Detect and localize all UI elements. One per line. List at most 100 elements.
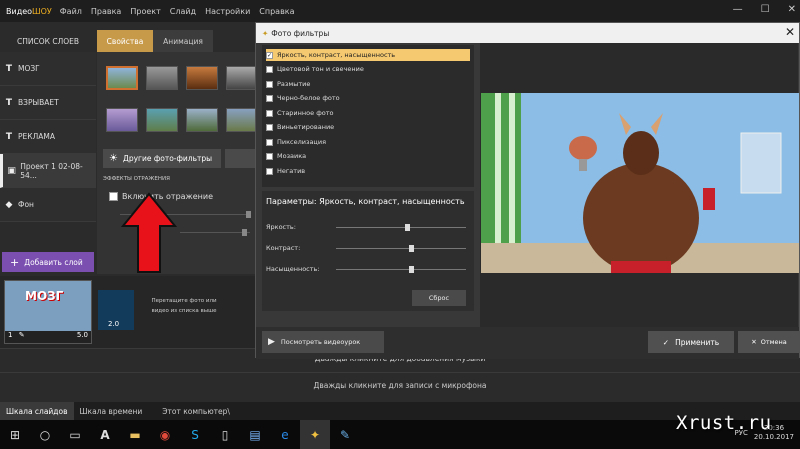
filter-thumb[interactable] — [226, 108, 256, 132]
videoshow-icon[interactable]: ✦ — [300, 420, 330, 449]
filter-item[interactable]: Мозаика — [266, 150, 470, 162]
apply-button[interactable]: ✓ Применить — [648, 331, 734, 353]
slide-duration: 5.0 — [76, 331, 88, 339]
slider-knob[interactable] — [242, 229, 247, 236]
menu-help[interactable]: Справка — [259, 7, 294, 16]
tab-properties[interactable]: Свойства — [97, 30, 153, 52]
skype-icon[interactable]: S — [180, 420, 210, 449]
layer-item[interactable]: T РЕКЛАМА — [0, 120, 96, 154]
filter-item[interactable]: Размытие — [266, 78, 470, 90]
add-layer-button[interactable]: + Добавить слой — [2, 252, 94, 272]
task-view-icon[interactable]: ▭ — [60, 420, 90, 449]
photo-preview — [481, 93, 799, 273]
folder-icon[interactable]: ▬ — [120, 420, 150, 449]
filter-item[interactable]: Черно-белое фото — [266, 92, 470, 104]
close-icon[interactable]: ✕ — [785, 25, 795, 39]
watermark: Xrust.ru — [676, 412, 772, 434]
windows-start-icon[interactable]: ⊞ — [0, 420, 30, 449]
image-layer-icon: ▣ — [7, 165, 16, 176]
brightness-slider[interactable] — [336, 224, 466, 231]
slide-caption: МОЗГ — [25, 289, 64, 303]
paint-icon[interactable]: ✎ — [330, 420, 360, 449]
checkbox-icon[interactable] — [266, 94, 273, 102]
filter-thumb[interactable] — [186, 66, 218, 90]
tab-timeline[interactable]: Шкала времени — [74, 407, 149, 416]
filter-item[interactable]: Виньетирование — [266, 121, 470, 133]
more-filters-button[interactable]: ☀ Другие фото-фильтры — [103, 149, 221, 168]
menu-file[interactable]: Файл — [60, 7, 82, 16]
filter-thumb-selected[interactable] — [106, 66, 138, 90]
tab-slides[interactable]: Шкала слайдов — [0, 402, 74, 420]
checkbox-icon[interactable] — [266, 65, 273, 73]
maximize-button[interactable]: ☐ — [761, 4, 770, 15]
text-layer-icon: T — [5, 63, 13, 74]
slider-knob[interactable] — [408, 266, 414, 273]
checkbox-icon[interactable] — [266, 167, 273, 175]
checkbox-icon[interactable] — [266, 80, 273, 88]
filter-thumb[interactable] — [106, 108, 138, 132]
filter-thumb[interactable] — [226, 66, 256, 90]
layer-item[interactable]: T ВЗРЫВАЕТ — [0, 86, 96, 120]
sun-icon: ☀ — [109, 153, 118, 164]
sparkle-icon: ✦ — [262, 28, 269, 38]
layer-label: Проект 1 02-08-54... — [20, 161, 83, 180]
slider-knob[interactable] — [404, 224, 410, 231]
layer-label: ВЗРЫВАЕТ — [18, 98, 59, 107]
chrome-icon[interactable]: ◉ — [150, 420, 180, 449]
menu-bar: ВидеоШОУ Файл Правка Проект Слайд Настро… — [0, 0, 800, 22]
filter-item[interactable]: ✓ Яркость, контраст, насыщенность — [266, 49, 470, 61]
checkbox-icon[interactable] — [266, 123, 273, 131]
watch-tutorial-button[interactable]: ▶ Посмотреть видеоурок — [262, 331, 384, 353]
layer-item-selected[interactable]: ▣ Проект 1 02-08-54... — [0, 154, 96, 188]
reflection-slider[interactable] — [180, 232, 250, 233]
layer-label: Фон — [18, 200, 34, 209]
filter-item[interactable]: Пикселизация — [266, 136, 470, 148]
menu-settings[interactable]: Настройки — [205, 7, 250, 16]
slider-knob[interactable] — [246, 211, 251, 218]
checkbox-icon[interactable] — [266, 152, 273, 160]
checkbox-icon[interactable] — [266, 138, 273, 146]
drop-hint: Перетащите фото или видео из списка выше — [151, 298, 217, 314]
filter-thumb[interactable] — [186, 108, 218, 132]
menu-slide[interactable]: Слайд — [170, 7, 196, 16]
text-layer-icon: T — [5, 97, 13, 108]
dialog-titlebar: ✦ Фото фильтры ✕ — [256, 23, 799, 43]
search-icon[interactable]: ○ — [30, 420, 60, 449]
layer-list: T МОЗГ T ВЗРЫВАЕТ T РЕКЛАМА ▣ Проект 1 02-08… — [0, 52, 96, 242]
filter-thumb[interactable] — [146, 66, 178, 90]
play-icon: ▶ — [268, 337, 275, 347]
text-layer-icon: T — [5, 131, 13, 142]
tab-animation[interactable]: Анимация — [153, 30, 213, 52]
red-arrow-annotation — [121, 192, 177, 273]
file-icon[interactable]: ▤ — [240, 420, 270, 449]
pencil-icon[interactable]: ✎ — [19, 331, 25, 339]
contrast-slider[interactable] — [336, 245, 466, 252]
reflection-header: ЭФФЕКТЫ ОТРАЖЕНИЯ — [103, 176, 170, 182]
window-controls: — ☐ ✕ — [733, 4, 796, 15]
document-icon[interactable]: ▯ — [210, 420, 240, 449]
close-icon: ✕ — [751, 338, 757, 346]
filter-item[interactable]: Негатив — [266, 165, 470, 177]
minimize-button[interactable]: — — [733, 4, 743, 15]
filter-item[interactable]: Старинное фото — [266, 107, 470, 119]
slide-thumbnail[interactable]: МОЗГ 1 ✎ 5.0 — [4, 280, 92, 344]
layer-item[interactable]: ◆ Фон — [0, 188, 96, 222]
reset-button[interactable]: Сброс — [412, 290, 466, 306]
cancel-button[interactable]: ✕ Отмена — [738, 331, 800, 353]
slider-knob[interactable] — [408, 245, 414, 252]
checkbox-icon[interactable] — [266, 109, 273, 117]
edge-icon[interactable]: e — [270, 420, 300, 449]
current-path: Этот компьютер\ — [162, 406, 230, 416]
filter-thumb[interactable] — [146, 108, 178, 132]
layer-item[interactable]: T МОЗГ — [0, 52, 96, 86]
checkbox-icon[interactable]: ✓ — [266, 51, 273, 59]
checkbox-icon — [109, 192, 118, 201]
parameters-panel: Параметры: Яркость, контраст, насыщеннос… — [262, 191, 474, 311]
app-a-icon[interactable]: A — [90, 420, 120, 449]
close-button[interactable]: ✕ — [788, 4, 796, 15]
saturation-slider[interactable] — [336, 266, 466, 273]
menu-project[interactable]: Проект — [130, 7, 160, 16]
microphone-track[interactable]: Дважды кликните для записи с микрофона — [0, 372, 800, 398]
filter-item[interactable]: Цветовой тон и свечение — [266, 63, 470, 75]
menu-edit[interactable]: Правка — [91, 7, 121, 16]
